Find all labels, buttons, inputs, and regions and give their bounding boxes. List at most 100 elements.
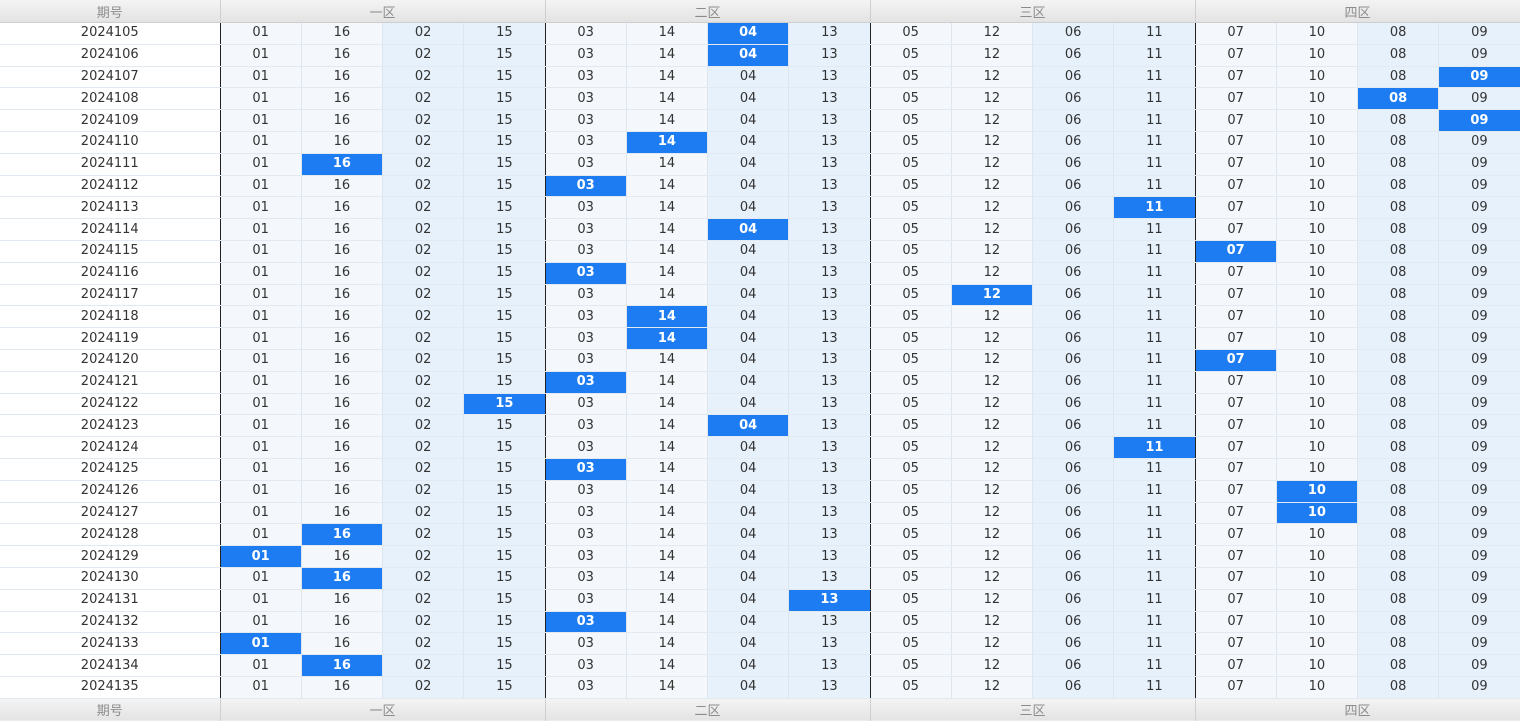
number-cell: 15 — [463, 654, 546, 677]
header-zone-3[interactable]: 三区 — [870, 0, 1196, 23]
number-cell: 15 — [463, 458, 546, 481]
period-cell: 2024129 — [0, 545, 221, 568]
hit-number-cell: 14 — [626, 305, 709, 329]
header-zone-1[interactable]: 一区 — [220, 0, 546, 23]
number-cell: 02 — [382, 502, 465, 525]
footer-zone-2[interactable]: 二区 — [545, 697, 871, 721]
number-cell: 15 — [463, 240, 546, 263]
period-cell: 2024111 — [0, 153, 221, 176]
number-cell: 09 — [1438, 611, 1520, 634]
number-cell: 10 — [1276, 44, 1359, 67]
table-row: 2024125 01 16 02 15 03 14 04 13 05 12 06 11 07 10 08 09 — [0, 458, 1520, 481]
number-cell: 12 — [951, 66, 1034, 89]
number-cell: 01 — [220, 218, 302, 241]
number-cell: 10 — [1276, 654, 1359, 677]
number-cell: 12 — [951, 262, 1034, 285]
number-cell: 08 — [1357, 589, 1440, 612]
number-cell: 16 — [301, 414, 384, 438]
period-cell: 2024108 — [0, 87, 221, 111]
number-cell: 12 — [951, 611, 1034, 634]
number-cell: 10 — [1276, 371, 1359, 394]
header-zone-4[interactable]: 四区 — [1195, 0, 1520, 23]
number-cell: 11 — [1113, 480, 1196, 503]
number-cell: 07 — [1195, 109, 1277, 132]
footer-zone-1[interactable]: 一区 — [220, 697, 546, 721]
number-cell: 06 — [1032, 349, 1115, 372]
table-row: 2024127 01 16 02 15 03 14 04 13 05 12 06 11 07 10 08 09 — [0, 502, 1520, 525]
number-cell: 03 — [545, 349, 627, 372]
number-cell: 06 — [1032, 305, 1115, 329]
number-cell: 13 — [788, 109, 871, 132]
number-cell: 06 — [1032, 262, 1115, 285]
number-cell: 10 — [1276, 393, 1359, 416]
number-cell: 03 — [545, 22, 627, 45]
number-cell: 07 — [1195, 414, 1277, 438]
table-row: 2024126 01 16 02 15 03 14 04 13 05 12 06 11 07 10 08 09 — [0, 480, 1520, 503]
number-cell: 07 — [1195, 175, 1277, 198]
number-cell: 16 — [301, 327, 384, 350]
header-zone-2[interactable]: 二区 — [545, 0, 871, 23]
table-row: 2024114 01 16 02 15 03 14 04 13 05 12 06 11 07 10 08 09 — [0, 218, 1520, 241]
number-cell: 03 — [545, 196, 627, 220]
number-cell: 06 — [1032, 327, 1115, 350]
number-cell: 02 — [382, 545, 465, 568]
number-cell: 05 — [870, 502, 952, 525]
number-cell: 11 — [1113, 66, 1196, 89]
number-cell: 01 — [220, 22, 302, 45]
number-cell: 10 — [1276, 284, 1359, 307]
table-row: 2024106 01 16 02 15 03 14 04 13 05 12 06 11 07 10 08 09 — [0, 44, 1520, 67]
period-cell: 2024134 — [0, 654, 221, 677]
number-cell: 03 — [545, 654, 627, 677]
number-cell: 08 — [1357, 632, 1440, 656]
hit-number-cell: 08 — [1357, 87, 1440, 111]
number-cell: 16 — [301, 676, 384, 699]
number-cell: 05 — [870, 589, 952, 612]
number-cell: 12 — [951, 480, 1034, 503]
hit-number-cell: 07 — [1195, 349, 1277, 372]
hit-number-cell: 16 — [301, 567, 384, 590]
number-cell: 02 — [382, 218, 465, 241]
number-cell: 08 — [1357, 393, 1440, 416]
table-row: 2024115 01 16 02 15 03 14 04 13 05 12 06 11 07 10 08 09 — [0, 240, 1520, 263]
number-cell: 16 — [301, 262, 384, 285]
number-cell: 07 — [1195, 131, 1277, 154]
number-cell: 10 — [1276, 414, 1359, 438]
number-cell: 10 — [1276, 545, 1359, 568]
number-cell: 12 — [951, 44, 1034, 67]
number-cell: 08 — [1357, 480, 1440, 503]
number-cell: 13 — [788, 349, 871, 372]
number-cell: 04 — [707, 458, 790, 481]
number-cell: 04 — [707, 153, 790, 176]
hit-number-cell: 16 — [301, 523, 384, 547]
number-cell: 12 — [951, 371, 1034, 394]
table-row: 2024111 01 16 02 15 03 14 04 13 05 12 06 11 07 10 08 09 — [0, 153, 1520, 176]
number-cell: 12 — [951, 676, 1034, 699]
number-cell: 05 — [870, 240, 952, 263]
number-cell: 07 — [1195, 458, 1277, 481]
number-cell: 15 — [463, 414, 546, 438]
footer-zone-4[interactable]: 四区 — [1195, 697, 1520, 721]
header-row: 期号 一区 二区 三区 四区 — [0, 0, 1520, 23]
number-cell: 09 — [1438, 175, 1520, 198]
header-period[interactable]: 期号 — [0, 0, 221, 23]
number-cell: 08 — [1357, 371, 1440, 394]
number-cell: 16 — [301, 305, 384, 329]
footer-period[interactable]: 期号 — [0, 697, 221, 721]
number-cell: 15 — [463, 218, 546, 241]
number-cell: 02 — [382, 654, 465, 677]
number-cell: 13 — [788, 436, 871, 459]
number-cell: 03 — [545, 545, 627, 568]
footer-zone-3[interactable]: 三区 — [870, 697, 1196, 721]
table-row: 2024121 01 16 02 15 03 14 04 13 05 12 06 11 07 10 08 09 — [0, 371, 1520, 394]
hit-number-cell: 09 — [1438, 66, 1520, 89]
number-cell: 13 — [788, 545, 871, 568]
number-cell: 11 — [1113, 218, 1196, 241]
number-cell: 04 — [707, 567, 790, 590]
number-cell: 04 — [707, 502, 790, 525]
number-cell: 13 — [788, 654, 871, 677]
number-cell: 02 — [382, 153, 465, 176]
number-cell: 04 — [707, 371, 790, 394]
number-cell: 02 — [382, 44, 465, 67]
number-cell: 09 — [1438, 327, 1520, 350]
hit-number-cell: 11 — [1113, 436, 1196, 459]
